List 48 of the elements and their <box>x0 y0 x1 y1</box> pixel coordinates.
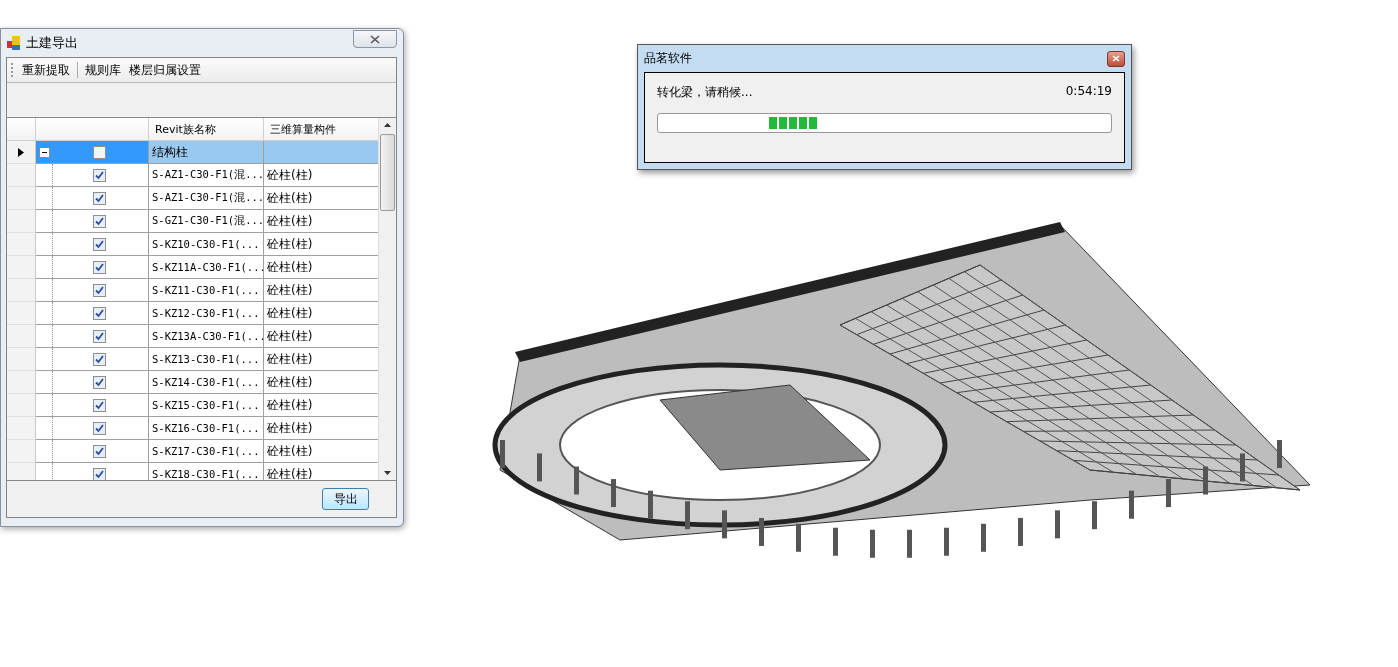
toolbar-button[interactable]: 重新提取 <box>21 61 71 79</box>
toolbar-button[interactable]: 楼层归属设置 <box>128 61 202 79</box>
table-cell: S-KZ18-C30-F1(... <box>149 463 264 480</box>
table-cell: S-GZ1-C30-F1(混... <box>149 210 264 233</box>
scrollbar[interactable] <box>378 118 396 480</box>
table-cell: S-KZ15-C30-F1(... <box>149 394 264 417</box>
table-cell: S-KZ11A-C30-F1(... <box>149 256 264 279</box>
table-cell: S-AZ1-C30-F1(混... <box>149 187 264 210</box>
elapsed-time: 0:54:19 <box>1065 84 1112 100</box>
table-cell: S-KZ17-C30-F1(... <box>149 440 264 463</box>
close-icon <box>370 34 380 44</box>
checkbox[interactable] <box>93 306 106 320</box>
table-cell: S-KZ14-C30-F1(... <box>149 371 264 394</box>
checkbox[interactable] <box>93 237 106 251</box>
checkbox[interactable] <box>93 145 106 159</box>
table-cell: S-KZ11-C30-F1(... <box>149 279 264 302</box>
table-cell: S-KZ13A-C30-F1(... <box>149 325 264 348</box>
checkbox[interactable] <box>93 467 106 480</box>
checkbox[interactable] <box>93 352 106 366</box>
table-cell: S-KZ13-C30-F1(... <box>149 348 264 371</box>
checkbox[interactable] <box>93 283 106 297</box>
collapse-icon[interactable] <box>39 146 50 158</box>
checkbox[interactable] <box>93 375 106 389</box>
scrollbar-thumb[interactable] <box>380 134 395 211</box>
current-row-icon <box>18 147 24 157</box>
checkbox[interactable] <box>93 260 106 274</box>
close-icon <box>1112 55 1120 62</box>
checkbox[interactable] <box>93 168 106 182</box>
window-title: 土建导出 <box>26 34 79 52</box>
table-cell: S-KZ10-C30-F1(... <box>149 233 264 256</box>
table-cell: 结构柱 <box>149 141 264 164</box>
app-icon <box>6 35 22 51</box>
export-button[interactable]: 导出 <box>322 488 369 510</box>
table-cell: S-AZ1-C30-F1(混... <box>149 164 264 187</box>
close-button[interactable] <box>1107 50 1125 67</box>
status-message: 转化梁，请稍候... <box>657 84 753 101</box>
close-button[interactable] <box>353 30 397 48</box>
table-cell: S-KZ16-C30-F1(... <box>149 417 264 440</box>
checkbox[interactable] <box>93 398 106 412</box>
table-cell: S-KZ12-C30-F1(... <box>149 302 264 325</box>
checkbox[interactable] <box>93 421 106 435</box>
checkbox[interactable] <box>93 444 106 458</box>
window-title: 品茗软件 <box>644 50 692 67</box>
checkbox[interactable] <box>93 329 106 343</box>
checkbox[interactable] <box>93 191 106 205</box>
column-header[interactable]: Revit族名称 <box>149 118 264 141</box>
checkbox[interactable] <box>93 214 106 228</box>
toolbar-button[interactable]: 规则库 <box>84 61 122 79</box>
